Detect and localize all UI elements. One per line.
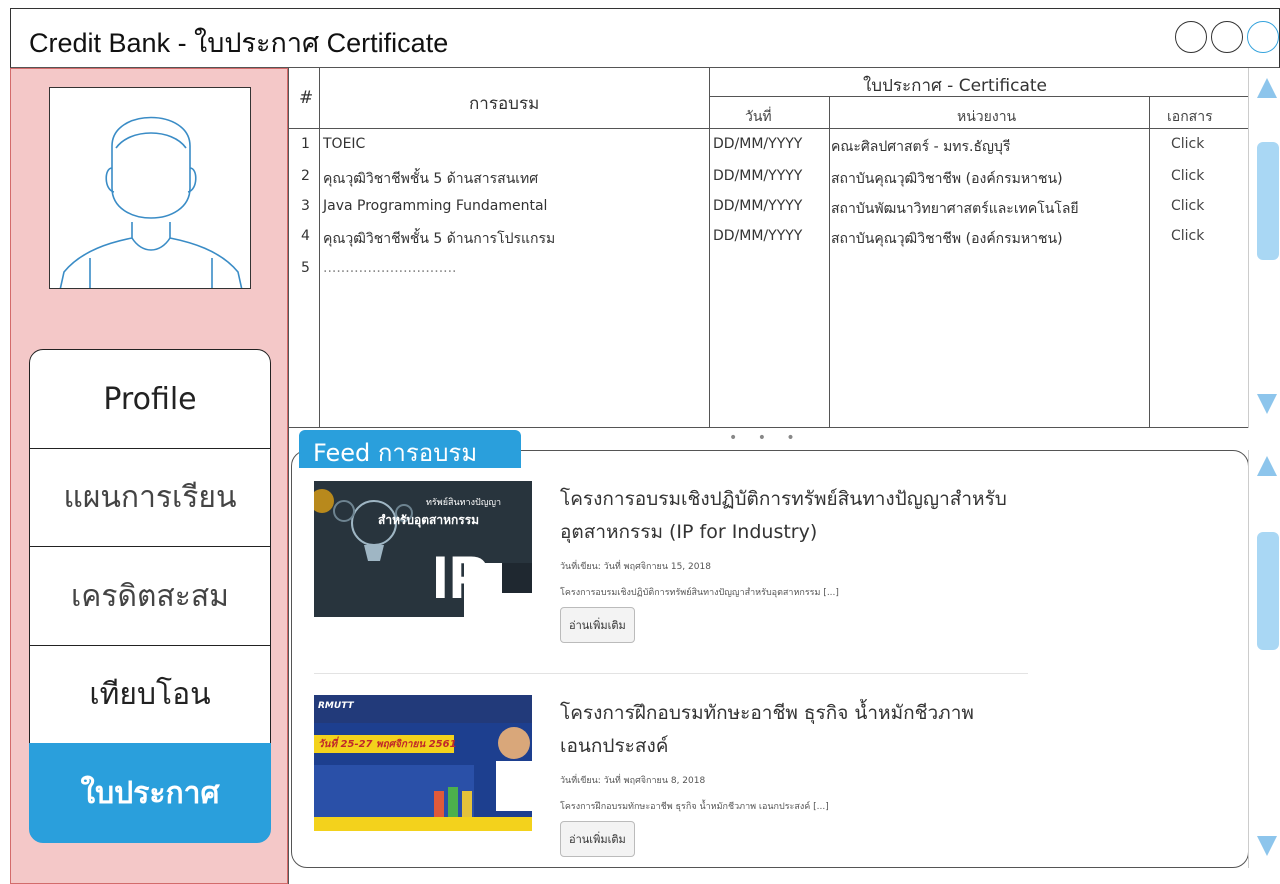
thumbnail-logo-text: IP — [432, 544, 489, 611]
table-header-org: หน่วยงาน — [957, 109, 1017, 125]
table-header-date: วันที่ — [745, 109, 772, 125]
table-row: 1 TOEIC DD/MM/YYYY คณะศิลปศาสตร์ - มทร.ธ… — [289, 130, 1249, 160]
close-button[interactable] — [1247, 21, 1279, 53]
table-header-doc: เอกสาร — [1167, 109, 1213, 125]
sidebar-item-accumulated-credit[interactable]: เครดิตสะสม — [29, 546, 271, 646]
row-org: สถาบันคุณวุฒิวิชาชีพ (องค์กรมหาชน) — [831, 231, 1063, 247]
user-icon — [59, 116, 243, 288]
panel-splitter[interactable]: • • • — [729, 430, 803, 446]
minimize-button[interactable] — [1175, 21, 1207, 53]
sidebar-item-profile[interactable]: Profile — [29, 349, 271, 449]
post-date: วันที่เขียน: วันที่ พฤศจิกายน 15, 2018 — [560, 562, 711, 572]
sidebar-nav: Profile แผนการเรียน เครดิตสะสม เทียบโอน … — [29, 349, 271, 843]
thumbnail-caption: ทรัพย์สินทางปัญญา — [426, 498, 502, 508]
post-thumbnail[interactable]: ทรัพย์สินทางปัญญา สำหรับอุตสาหกรรม IP — [314, 481, 532, 617]
row-number: 2 — [301, 168, 310, 184]
row-date: DD/MM/YYYY — [713, 198, 803, 214]
row-doc-link[interactable]: Click — [1171, 228, 1204, 244]
row-org: คณะศิลปศาสตร์ - มทร.ธัญบุรี — [831, 139, 1011, 155]
table-row: 2 คุณวุฒิวิชาชีพชั้น 5 ด้านสารสนเทศ DD/M… — [289, 162, 1249, 192]
scroll-thumb[interactable] — [1257, 532, 1279, 650]
table-row: 3 Java Programming Fundamental DD/MM/YYY… — [289, 192, 1249, 222]
event-poster-image-icon — [314, 695, 532, 831]
feed-tab[interactable]: Feed การอบรม — [299, 430, 521, 468]
row-date: DD/MM/YYYY — [713, 136, 803, 152]
table-row: 5 .............................. — [289, 254, 1249, 284]
table-row: 4 คุณวุฒิวิชาชีพชั้น 5 ด้านการโปรแกรม DD… — [289, 222, 1249, 252]
window-title: Credit Bank - ใบประกาศ Certificate — [29, 28, 449, 58]
row-course: Java Programming Fundamental — [323, 198, 548, 214]
scroll-down-icon[interactable] — [1257, 394, 1277, 414]
row-org: สถาบันคุณวุฒิวิชาชีพ (องค์กรมหาชน) — [831, 171, 1063, 187]
maximize-button[interactable] — [1211, 21, 1243, 53]
row-doc-link[interactable]: Click — [1171, 168, 1204, 184]
row-number: 1 — [301, 136, 310, 152]
table-scrollbar[interactable] — [1248, 68, 1280, 428]
post-date: วันที่เขียน: วันที่ พฤศจิกายน 8, 2018 — [560, 776, 706, 786]
post-title[interactable]: โครงการฝึกอบรมทักษะอาชีพ ธุรกิจ น้ำหมักช… — [560, 697, 1040, 763]
row-doc-link[interactable]: Click — [1171, 198, 1204, 214]
post-divider — [314, 673, 1028, 674]
sidebar: Profile แผนการเรียน เครดิตสะสม เทียบโอน … — [10, 68, 288, 884]
scroll-up-icon[interactable] — [1257, 78, 1277, 98]
table-header-certificate: ใบประกาศ - Certificate — [863, 76, 1048, 96]
read-more-button[interactable]: อ่านเพิ่มเติม — [560, 607, 635, 643]
feed-scrollbar[interactable] — [1248, 450, 1280, 868]
scroll-down-icon[interactable] — [1257, 836, 1277, 856]
thumbnail-caption: วันที่ 25-27 พฤศจิกายน 2561 — [318, 739, 457, 750]
avatar — [49, 87, 251, 289]
scroll-thumb[interactable] — [1257, 142, 1279, 260]
read-more-button[interactable]: อ่านเพิ่มเติม — [560, 821, 635, 857]
sidebar-item-credit-transfer[interactable]: เทียบโอน — [29, 644, 271, 745]
row-course: คุณวุฒิวิชาชีพชั้น 5 ด้านสารสนเทศ — [323, 171, 539, 187]
row-org: สถาบันพัฒนาวิทยาศาสตร์และเทคโนโลยี — [831, 201, 1079, 217]
row-course: คุณวุฒิวิชาชีพชั้น 5 ด้านการโปรแกรม — [323, 231, 556, 247]
row-doc-link[interactable]: Click — [1171, 136, 1204, 152]
row-date: DD/MM/YYYY — [713, 228, 803, 244]
sidebar-item-certificate[interactable]: ใบประกาศ — [29, 743, 271, 843]
row-date: DD/MM/YYYY — [713, 168, 803, 184]
row-course: .............................. — [323, 260, 457, 276]
row-number: 5 — [301, 260, 310, 276]
table-header-divider — [289, 128, 1249, 129]
main-content: # การอบรม ใบประกาศ - Certificate วันที่ … — [288, 68, 1280, 884]
post-excerpt: โครงการฝึกอบรมทักษะอาชีพ ธุรกิจ น้ำหมักช… — [560, 802, 829, 812]
row-number: 3 — [301, 198, 310, 214]
table-header-course: การอบรม — [469, 94, 540, 114]
table-header-num: # — [299, 88, 314, 108]
row-course: TOEIC — [323, 136, 366, 152]
window-controls — [1175, 21, 1279, 53]
row-number: 4 — [301, 228, 310, 244]
sidebar-item-study-plan[interactable]: แผนการเรียน — [29, 447, 271, 548]
thumbnail-caption: สำหรับอุตสาหกรรม — [378, 513, 480, 527]
feed-panel: ทรัพย์สินทางปัญญา สำหรับอุตสาหกรรม IP โค… — [291, 450, 1249, 868]
post-title[interactable]: โครงการอบรมเชิงปฏิบัติการทรัพย์สินทางปัญ… — [560, 483, 1040, 549]
certificate-table: # การอบรม ใบประกาศ - Certificate วันที่ … — [289, 68, 1249, 428]
post-thumbnail[interactable]: RMUTT วันที่ 25-27 พฤศจิกายน 2561 — [314, 695, 532, 831]
thumbnail-caption: RMUTT — [318, 701, 354, 711]
window-titlebar: Credit Bank - ใบประกาศ Certificate — [10, 8, 1280, 68]
scroll-up-icon[interactable] — [1257, 456, 1277, 476]
post-excerpt: โครงการอบรมเชิงปฏิบัติการทรัพย์สินทางปัญ… — [560, 588, 839, 598]
